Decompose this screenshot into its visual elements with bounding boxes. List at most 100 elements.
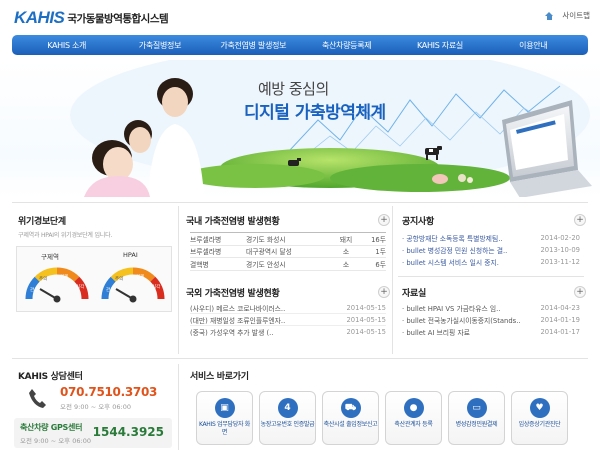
divider xyxy=(178,206,179,354)
top-links: 사이트맵 xyxy=(545,10,590,21)
list-item[interactable]: · bullet 시스템 서비스 일시 중지. 2013-11-12 xyxy=(402,256,580,268)
table-cell: 결핵병 xyxy=(190,257,246,271)
divider xyxy=(398,276,584,277)
list-item-date: 2013-11-12 xyxy=(540,258,580,266)
list-item-date: 2014-04-23 xyxy=(540,304,580,312)
site-logo[interactable]: KAHIS 국가동물방역통합시스템 xyxy=(14,8,169,27)
nav-item-vehicle-registration[interactable]: 축산차량등록제 xyxy=(300,40,393,51)
card-icon: ▭ xyxy=(466,398,487,418)
sitemap-link[interactable]: 사이트맵 xyxy=(562,10,590,21)
table-row[interactable]: 결핵병 경기도 안성시 소 6두 xyxy=(190,257,386,271)
list-item-date: 2014-05-15 xyxy=(346,315,386,324)
list-item[interactable]: · bullet HPAI VS 가금타유스 임.. 2014-04-23 xyxy=(402,302,580,314)
phone-icon xyxy=(29,389,46,408)
service-label: 병성감정민원결제 xyxy=(455,421,498,428)
number-4-icon: 4 xyxy=(277,398,298,418)
table-cell: 브루셀라병 xyxy=(190,245,246,258)
notice-title: 공지사항 xyxy=(402,217,434,227)
table-row[interactable]: 브루셀라병 경기도 화성시 돼지 16두 xyxy=(190,232,386,246)
overseas-more-button[interactable]: + xyxy=(378,286,390,298)
service-person-registration[interactable]: ● 축산관계자 등록 xyxy=(385,391,442,445)
gauge-level-label: 심각 xyxy=(76,285,85,290)
list-item-date: 2014-05-15 xyxy=(346,328,386,336)
list-item[interactable]: (대만) 재병일성 조류인플루엔자.. 2014-05-15 xyxy=(190,314,386,326)
list-item-date: 2014-01-19 xyxy=(540,316,580,324)
nav-item-guide[interactable]: 이용안내 xyxy=(487,40,580,51)
alert-title: 위기경보단계 xyxy=(18,217,66,227)
gauge-level-label: 주의 xyxy=(115,277,124,282)
table-cell: 6두 xyxy=(360,257,386,271)
list-item[interactable]: (중국) 가성우역 추가 발생 (.. 2014-05-15 xyxy=(190,326,386,338)
heart-plus-icon: ♥ xyxy=(529,398,550,418)
service-facility-access[interactable]: ⛟ 축산시설 출입정보신고 xyxy=(322,391,379,445)
list-item-title: bullet 시스템 서비스 일시 중지. xyxy=(406,259,499,267)
gauge-level-label: 심각 xyxy=(152,285,161,290)
service-clinical-diagnosis[interactable]: ♥ 임상증상기관진단 xyxy=(511,391,568,445)
gauge-level-label: 관심 xyxy=(106,288,115,293)
divider xyxy=(12,358,588,359)
domestic-more-button[interactable]: + xyxy=(378,214,390,226)
list-item-title: bullet HPAI VS 가금타유스 임.. xyxy=(406,305,501,313)
divider xyxy=(392,206,393,354)
service-label: 축산시설 출입정보신고 xyxy=(323,421,378,428)
gauge-box: 구제역 HPAI 관심 주의 경계 심각 관심 주의 경계 심각 xyxy=(16,246,172,312)
contact-phone[interactable]: 070.7510.3703 xyxy=(60,385,157,399)
gauge-level-label: 경계 xyxy=(136,275,145,280)
table-cell: 브루셀라병 xyxy=(190,232,246,246)
gps-phone[interactable]: 1544.3925 xyxy=(93,425,164,439)
table-cell: 경기도 화성시 xyxy=(246,232,332,246)
gauge-level-label: 관심 xyxy=(30,288,39,293)
logo-brand: KAHIS xyxy=(14,8,65,27)
gps-center-box: 축산차량 GPS센터 오전 9:00 ~ 오후 06:00 1544.3925 xyxy=(14,418,172,448)
contact-hours: 오전 9:00 ~ 오후 06:00 xyxy=(60,403,131,411)
service-payment[interactable]: ▭ 병성감정민원결제 xyxy=(448,391,505,445)
list-item-date: 2014-05-15 xyxy=(346,303,386,312)
service-label: 농장고유번호 인증발급 xyxy=(260,421,315,428)
table-cell: 소 xyxy=(332,257,360,271)
gps-hours: 오전 9:00 ~ 오후 06:00 xyxy=(20,437,91,445)
hero-headline-top: 예방 중심의 xyxy=(258,80,329,98)
service-farm-id[interactable]: 4 농장고유번호 인증발급 xyxy=(259,391,316,445)
list-item-title: (중국) 가성우역 추가 발생 (.. xyxy=(190,329,274,337)
list-item[interactable]: · 공항방재단 소독등록 특별방제팀.. 2014-02-20 xyxy=(402,232,580,244)
nav-item-library[interactable]: KAHIS 자료실 xyxy=(393,40,486,51)
list-item-date: 2014-01-17 xyxy=(540,328,580,336)
overseas-title: 국외 가축전염병 발생현황 xyxy=(186,289,280,299)
list-item-title: 공항방재단 소독등록 특별방제팀.. xyxy=(406,235,503,243)
service-label: 축산관계자 등록 xyxy=(394,421,433,428)
list-item-title: bullet AI 브리핑 자료 xyxy=(406,329,470,337)
gps-title: 축산차량 GPS센터 xyxy=(20,423,83,432)
nav-item-disease-info[interactable]: 가축질병정보 xyxy=(113,40,206,51)
services-grid: ▣ KAHIS 업무담당자 화면 4 농장고유번호 인증발급 ⛟ 축산시설 출입… xyxy=(196,391,568,445)
list-item[interactable]: · bullet 병성감정 민원 신청하는 결.. 2013-10-09 xyxy=(402,244,580,256)
logo-subtitle: 국가동물방역통합시스템 xyxy=(67,13,169,25)
list-item-title: bullet 전국농가실시이동중지(Stands.. xyxy=(406,317,521,325)
list-item-date: 2013-10-09 xyxy=(540,246,580,254)
alert-panel: 위기경보단계 구제역과 HPAI의 위기경보단계 입니다. xyxy=(18,214,112,239)
table-cell: 1두 xyxy=(360,245,386,258)
contact-title: KAHIS 상담센터 xyxy=(18,372,83,382)
home-icon[interactable] xyxy=(545,11,554,20)
list-item[interactable]: · bullet AI 브리핑 자료 2014-01-17 xyxy=(402,326,580,338)
table-row[interactable]: 브루셀라병 대구광역시 달성 소 1두 xyxy=(190,245,386,258)
library-list: · bullet HPAI VS 가금타유스 임.. 2014-04-23 · … xyxy=(402,302,580,338)
list-item-title: bullet 병성감정 민원 신청하는 결.. xyxy=(406,247,508,255)
domestic-title: 국내 가축전염병 발생현황 xyxy=(186,217,280,227)
overseas-list: (사우디) 메르스 코로나바이러스.. 2014-05-15 (대만) 재병일성… xyxy=(190,302,386,338)
service-label: KAHIS 업무담당자 화면 xyxy=(198,421,251,436)
library-more-button[interactable]: + xyxy=(574,286,586,298)
nav-item-about[interactable]: KAHIS 소개 xyxy=(20,40,113,51)
services-title: 서비스 바로가기 xyxy=(190,372,249,382)
monitor-icon: ▣ xyxy=(214,398,235,418)
list-item[interactable]: (사우디) 메르스 코로나바이러스.. 2014-05-15 xyxy=(190,302,386,314)
notice-more-button[interactable]: + xyxy=(574,214,586,226)
domestic-table: 브루셀라병 경기도 화성시 돼지 16두 브루셀라병 대구광역시 달성 소 1두… xyxy=(190,232,386,271)
nav-item-outbreak-info[interactable]: 가축전염병 발생정보 xyxy=(207,40,300,51)
list-item[interactable]: · bullet 전국농가실시이동중지(Stands.. 2014-01-19 xyxy=(402,314,580,326)
table-cell: 대구광역시 달성 xyxy=(246,245,332,258)
divider xyxy=(178,364,179,450)
alert-description: 구제역과 HPAI의 위기경보단계 입니다. xyxy=(18,232,113,239)
library-title: 자료실 xyxy=(402,289,426,299)
service-staff-screen[interactable]: ▣ KAHIS 업무담당자 화면 xyxy=(196,391,253,445)
truck-icon: ⛟ xyxy=(340,398,361,418)
